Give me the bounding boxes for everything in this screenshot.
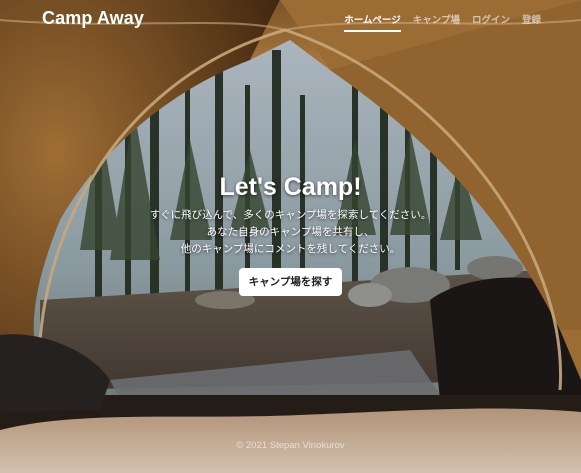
hero-title: Let's Camp! xyxy=(219,173,362,201)
brand-logo[interactable]: Camp Away xyxy=(42,8,144,29)
hero-section: Let's Camp! すぐに飛び込んで、多くのキャンプ場を探索してください。 … xyxy=(0,172,581,296)
nav-item-register[interactable]: 登録 xyxy=(522,12,541,32)
footer-copyright: © 2021 Stepan Vinokurov xyxy=(236,440,345,451)
hero-lead: すぐに飛び込んで、多くのキャンプ場を探索してください。 あなた自身のキャンプ場を… xyxy=(0,207,581,258)
hero-lead-line-2: あなた自身のキャンプ場を共有し、 xyxy=(206,226,375,238)
nav-item-home[interactable]: ホームページ xyxy=(344,12,401,32)
hero-lead-line-1: すぐに飛び込んで、多くのキャンプ場を探索してください。 xyxy=(149,209,432,221)
nav-item-campgrounds[interactable]: キャンプ場 xyxy=(413,12,460,32)
nav-item-login[interactable]: ログイン xyxy=(472,12,510,32)
explore-campgrounds-button[interactable]: キャンプ場を探す xyxy=(238,268,343,296)
top-navbar: Camp Away ホームページ キャンプ場 ログイン 登録 xyxy=(0,0,581,40)
nav-links: ホームページ キャンプ場 ログイン 登録 xyxy=(344,12,541,32)
hero-lead-line-3: 他のキャンプ場にコメントを残してください。 xyxy=(180,243,401,255)
